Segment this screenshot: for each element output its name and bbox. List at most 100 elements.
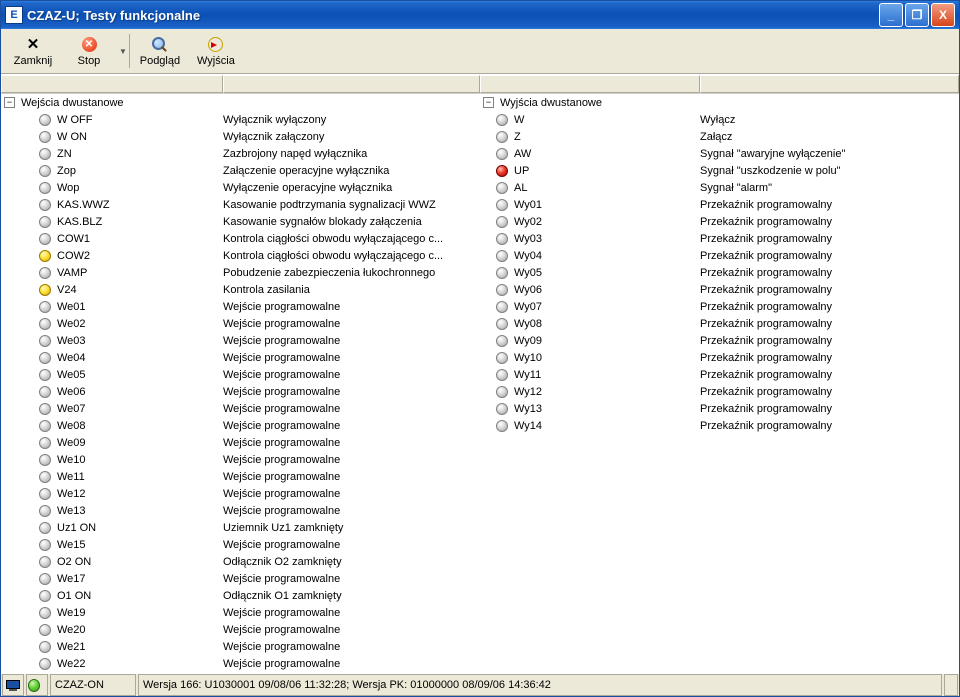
- list-item[interactable]: Wy09Przekaźnik programowalny: [480, 332, 959, 349]
- inputs-tree[interactable]: − Wejścia dwustanowe W OFFWyłącznik wyłą…: [1, 94, 480, 673]
- outputs-group-label: Wyjścia dwustanowe: [500, 97, 602, 109]
- item-desc: Odłącznik O1 zamknięty: [223, 590, 480, 602]
- stop-dropdown-arrow-icon[interactable]: ▼: [119, 47, 127, 56]
- list-item[interactable]: VAMPPobudzenie zabezpieczenia łukochronn…: [1, 264, 480, 281]
- item-desc: Przekaźnik programowalny: [700, 199, 959, 211]
- list-item[interactable]: WopWyłączenie operacyjne wyłącznika: [1, 179, 480, 196]
- list-item[interactable]: ZopZałączenie operacyjne wyłącznika: [1, 162, 480, 179]
- list-item[interactable]: We13Wejście programowalne: [1, 502, 480, 519]
- list-item[interactable]: O1 ONOdłącznik O1 zamknięty: [1, 587, 480, 604]
- list-item[interactable]: Wy05Przekaźnik programowalny: [480, 264, 959, 281]
- status-led-icon: [496, 267, 508, 279]
- list-item[interactable]: We12Wejście programowalne: [1, 485, 480, 502]
- item-name: We06: [57, 386, 86, 398]
- list-item[interactable]: We22Wejście programowalne: [1, 655, 480, 672]
- item-name: We03: [57, 335, 86, 347]
- list-item[interactable]: KAS.BLZKasowanie sygnałów blokady załącz…: [1, 213, 480, 230]
- outputs-header-col-b[interactable]: [700, 75, 959, 93]
- list-item[interactable]: W ONWyłącznik załączony: [1, 128, 480, 145]
- outputs-button[interactable]: Wyjścia: [188, 32, 244, 70]
- list-item[interactable]: AWSygnał "awaryjne wyłączenie": [480, 145, 959, 162]
- preview-button[interactable]: Podgląd: [132, 32, 188, 70]
- maximize-button[interactable]: ❐: [905, 3, 929, 27]
- status-led-icon: [39, 488, 51, 500]
- list-item[interactable]: Wy13Przekaźnik programowalny: [480, 400, 959, 417]
- list-item[interactable]: We19Wejście programowalne: [1, 604, 480, 621]
- status-led-icon: [39, 284, 51, 296]
- list-item[interactable]: Uz1 ONUziemnik Uz1 zamknięty: [1, 519, 480, 536]
- list-item[interactable]: Wy08Przekaźnik programowalny: [480, 315, 959, 332]
- list-item[interactable]: We11Wejście programowalne: [1, 468, 480, 485]
- item-desc: Wyłącznik wyłączony: [223, 114, 480, 126]
- list-item[interactable]: W OFFWyłącznik wyłączony: [1, 111, 480, 128]
- list-item[interactable]: We04Wejście programowalne: [1, 349, 480, 366]
- status-led-icon: [39, 573, 51, 585]
- item-name: Wy09: [514, 335, 542, 347]
- close-button[interactable]: ✕ Zamknij: [5, 32, 61, 70]
- list-item[interactable]: Wy02Przekaźnik programowalny: [480, 213, 959, 230]
- inputs-header-col-a[interactable]: [1, 75, 223, 93]
- list-item[interactable]: We03 Wejście programowalne: [1, 332, 480, 349]
- list-item[interactable]: O2 ONOdłącznik O2 zamknięty: [1, 553, 480, 570]
- list-item[interactable]: We21Wejście programowalne: [1, 638, 480, 655]
- list-item[interactable]: Wy14Przekaźnik programowalny: [480, 417, 959, 434]
- status-computer-cell: [2, 674, 24, 696]
- list-item[interactable]: We20Wejście programowalne: [1, 621, 480, 638]
- outputs-header-col-a[interactable]: [480, 75, 700, 93]
- list-item[interactable]: We07Wejście programowalne: [1, 400, 480, 417]
- item-desc: Przekaźnik programowalny: [700, 420, 959, 432]
- list-item[interactable]: Wy11Przekaźnik programowalny: [480, 366, 959, 383]
- list-item[interactable]: Wy03Przekaźnik programowalny: [480, 230, 959, 247]
- item-desc: Wejście programowalne: [223, 437, 480, 449]
- list-item[interactable]: We08Wejście programowalne: [1, 417, 480, 434]
- outputs-tree[interactable]: − Wyjścia dwustanowe WWyłączZZałączAWSyg…: [480, 94, 959, 673]
- list-item[interactable]: Wy01Przekaźnik programowalny: [480, 196, 959, 213]
- outputs-column-headers: [480, 75, 959, 94]
- list-item[interactable]: We06Wejście programowalne: [1, 383, 480, 400]
- list-item[interactable]: COW1Kontrola ciągłości obwodu wyłączając…: [1, 230, 480, 247]
- list-item[interactable]: We09Wejście programowalne: [1, 434, 480, 451]
- titlebar[interactable]: E CZAZ-U; Testy funkcjonalne _ ❐ X: [1, 1, 959, 29]
- outputs-group-row[interactable]: − Wyjścia dwustanowe: [480, 94, 959, 111]
- item-desc: Sygnał "alarm": [700, 182, 959, 194]
- close-window-button[interactable]: X: [931, 3, 955, 27]
- list-item[interactable]: UPSygnał "uszkodzenie w polu": [480, 162, 959, 179]
- item-name: We11: [57, 471, 85, 483]
- list-item[interactable]: Wy06Przekaźnik programowalny: [480, 281, 959, 298]
- list-item[interactable]: WWyłącz: [480, 111, 959, 128]
- status-led-icon: [39, 148, 51, 160]
- list-item[interactable]: Wy07Przekaźnik programowalny: [480, 298, 959, 315]
- list-item[interactable]: We15Wejście programowalne: [1, 536, 480, 553]
- collapse-icon[interactable]: −: [483, 97, 494, 108]
- maximize-icon: ❐: [912, 9, 923, 21]
- collapse-icon[interactable]: −: [4, 97, 15, 108]
- stop-button[interactable]: ✕ Stop: [61, 32, 117, 70]
- list-item[interactable]: We23Wejście programowalne: [1, 672, 480, 673]
- list-item[interactable]: Wy12Przekaźnik programowalny: [480, 383, 959, 400]
- list-item[interactable]: We02Wejście programowalne: [1, 315, 480, 332]
- item-name: Wy13: [514, 403, 542, 415]
- list-item[interactable]: V24Kontrola zasilania: [1, 281, 480, 298]
- status-device-cell: CZAZ-ON: [50, 674, 136, 696]
- minimize-button[interactable]: _: [879, 3, 903, 27]
- list-item[interactable]: We10Wejście programowalne: [1, 451, 480, 468]
- list-item[interactable]: We05Wejście programowalne: [1, 366, 480, 383]
- list-item[interactable]: ALSygnał "alarm": [480, 179, 959, 196]
- list-item[interactable]: COW2Kontrola ciągłości obwodu wyłączając…: [1, 247, 480, 264]
- item-desc: Wejście programowalne: [223, 335, 480, 347]
- stop-label: Stop: [78, 55, 101, 67]
- stop-icon: ✕: [82, 36, 97, 54]
- list-item[interactable]: Wy10Przekaźnik programowalny: [480, 349, 959, 366]
- inputs-group-row[interactable]: − Wejścia dwustanowe: [1, 94, 480, 111]
- list-item[interactable]: We01Wejście programowalne: [1, 298, 480, 315]
- list-item[interactable]: KAS.WWZKasowanie podtrzymania sygnalizac…: [1, 196, 480, 213]
- list-item[interactable]: Wy04Przekaźnik programowalny: [480, 247, 959, 264]
- list-item[interactable]: We17Wejście programowalne: [1, 570, 480, 587]
- list-item[interactable]: ZZałącz: [480, 128, 959, 145]
- status-led-icon: [496, 369, 508, 381]
- item-desc: Wejście programowalne: [223, 641, 480, 653]
- list-item[interactable]: ZNZazbrojony napęd wyłącznika: [1, 145, 480, 162]
- item-name: Wy04: [514, 250, 542, 262]
- inputs-header-col-b[interactable]: [223, 75, 480, 93]
- item-desc: Wejście programowalne: [223, 624, 480, 636]
